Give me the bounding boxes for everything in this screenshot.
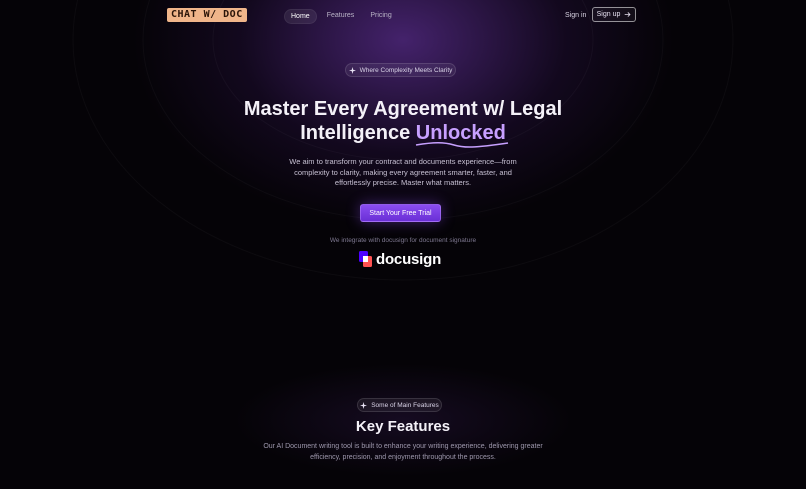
- sparkle-icon: [348, 66, 356, 74]
- features-badge-label: Some of Main Features: [371, 401, 439, 409]
- sign-up-label: Sign up: [596, 11, 621, 18]
- docusign-logo[interactable]: docusign: [359, 250, 441, 268]
- hero-title: Master Every Agreement w/ Legal Intellig…: [0, 97, 806, 148]
- sign-in-link[interactable]: Sign in: [565, 12, 586, 19]
- features-badge: Some of Main Features: [357, 398, 442, 412]
- hero-subtitle: We aim to transform your contract and do…: [289, 157, 517, 187]
- nav-link-features[interactable]: Features: [321, 9, 361, 24]
- hero-title-accent: Unlocked: [415, 122, 508, 148]
- docusign-wordmark: docusign: [376, 250, 442, 268]
- hero-title-prefix: Intelligence: [300, 122, 411, 144]
- start-free-trial-button[interactable]: Start Your Free Trial: [360, 204, 441, 222]
- hero-title-line1: Master Every Agreement w/ Legal: [243, 98, 563, 120]
- features-title: Key Features: [355, 418, 451, 435]
- hero-badge-label: Where Complexity Meets Clarity: [359, 66, 453, 74]
- integration-note: We integrate with docusign for document …: [329, 237, 477, 244]
- nav-link-home[interactable]: Home: [284, 9, 317, 24]
- nav-link-pricing[interactable]: Pricing: [364, 9, 397, 24]
- features-subtitle: Our AI Document writing tool is built to…: [263, 443, 543, 461]
- squiggle-underline-icon: [415, 142, 508, 148]
- sparkle-icon: [360, 401, 368, 409]
- hero-title-line2: Intelligence Unlocked: [0, 121, 806, 148]
- top-navigation: CHAT W/ DOC Home Features Pricing Sign i…: [0, 0, 806, 30]
- logo[interactable]: CHAT W/ DOC: [167, 8, 247, 22]
- arrow-right-icon: [625, 12, 631, 17]
- nav-links: Home Features Pricing: [284, 9, 398, 24]
- docusign-logo-icon: [359, 251, 372, 267]
- hero-badge: Where Complexity Meets Clarity: [345, 63, 456, 77]
- sign-up-button[interactable]: Sign up: [592, 7, 636, 22]
